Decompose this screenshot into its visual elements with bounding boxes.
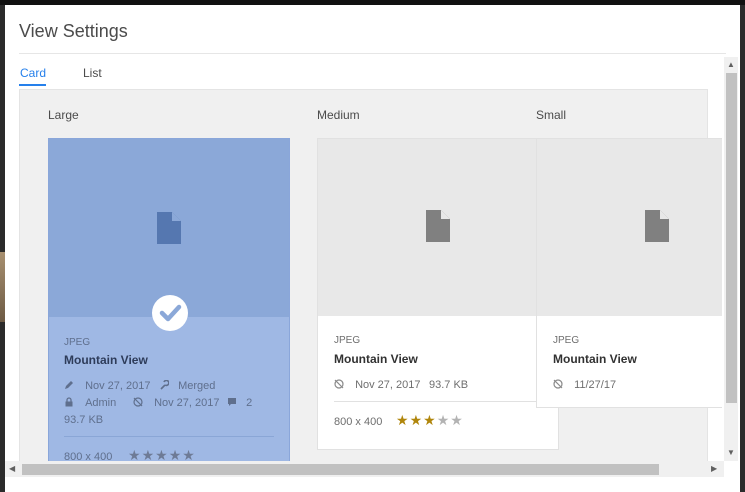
dialog-title: View Settings (19, 21, 128, 41)
card-thumbnail (318, 139, 558, 316)
file-size: 93.7 KB (64, 414, 104, 426)
image-dimensions: 800 x 400 (64, 451, 113, 461)
star-empty-icon[interactable]: ★ (128, 447, 142, 461)
card-size-large-option[interactable]: JPEG Mountain View Nov 27, 2017 Merged A… (48, 138, 290, 461)
horizontal-scroll-thumb[interactable] (22, 464, 659, 475)
author-name: Admin (85, 397, 117, 409)
file-type: JPEG (64, 337, 91, 348)
star-filled-icon[interactable]: ★ (396, 412, 410, 428)
rating-stars: ★★★★★ (396, 412, 464, 429)
checkmark-icon (159, 304, 182, 322)
comments-count: 2 (246, 397, 253, 409)
horizontal-scrollbar[interactable]: ◀ ▶ (5, 461, 724, 477)
published-info: Nov 27, 2017 (133, 397, 220, 409)
size-label-small: Small (536, 108, 567, 122)
card-size-medium-option[interactable]: JPEG Mountain View Nov 27, 2017 93.7 KB … (317, 138, 559, 450)
globe-icon (334, 379, 344, 389)
file-type: JPEG (334, 335, 361, 346)
vertical-scrollbar[interactable]: ▲ ▼ (724, 57, 738, 461)
active-tab-indicator (19, 84, 46, 86)
file-icon (426, 210, 450, 242)
globe-icon (133, 397, 143, 407)
scroll-right-arrow-icon[interactable]: ▶ (711, 465, 717, 473)
size-label-medium: Medium (317, 108, 360, 122)
status-info: Merged (159, 380, 215, 392)
tab-list[interactable]: List (83, 66, 102, 80)
star-empty-icon[interactable]: ★ (155, 447, 169, 461)
card-size-panel: Large Medium Small JPEG Mountain View No… (19, 89, 722, 461)
published-info: Nov 27, 2017 (334, 379, 421, 391)
vertical-scroll-thumb[interactable] (726, 73, 737, 403)
file-icon (157, 212, 181, 244)
modified-info: Nov 27, 2017 (64, 380, 151, 392)
title-divider (19, 53, 726, 54)
tab-card[interactable]: Card (20, 66, 46, 80)
star-empty-icon[interactable]: ★ (169, 447, 183, 461)
card-divider (64, 436, 274, 437)
size-label-large: Large (48, 108, 79, 122)
file-name: Mountain View (334, 352, 418, 366)
lock-icon (65, 397, 73, 407)
published-date: 11/27/17 (574, 379, 617, 391)
file-name: Mountain View (64, 353, 148, 367)
star-empty-icon[interactable]: ★ (142, 447, 156, 461)
star-filled-icon[interactable]: ★ (423, 412, 437, 428)
pencil-icon (65, 381, 73, 389)
comment-icon (228, 398, 236, 406)
published-info: 11/27/17 (553, 379, 616, 391)
star-empty-icon[interactable]: ★ (450, 412, 464, 428)
rating-stars: ★★★★★ (128, 447, 196, 461)
status-text: Merged (178, 380, 216, 392)
star-empty-icon[interactable]: ★ (437, 412, 451, 428)
author-info: Admin (64, 397, 116, 409)
image-dimensions: 800 x 400 (334, 416, 383, 428)
star-empty-icon[interactable]: ★ (182, 447, 196, 461)
scroll-up-arrow-icon[interactable]: ▲ (727, 61, 735, 69)
scroll-left-arrow-icon[interactable]: ◀ (9, 465, 15, 473)
card-size-viewport: Large Medium Small JPEG Mountain View No… (19, 89, 722, 461)
selected-check (152, 295, 188, 331)
card-divider (334, 401, 542, 402)
comments-info: 2 (227, 397, 252, 409)
star-filled-icon[interactable]: ★ (410, 412, 424, 428)
view-settings-dialog: View Settings Card List Large Medium Sma… (5, 5, 740, 492)
card-size-small-option[interactable]: JPEG Mountain View 11/27/17 (536, 138, 722, 408)
wrench-icon (160, 380, 169, 390)
globe-icon (553, 379, 563, 389)
published-date: Nov 27, 2017 (355, 379, 421, 391)
card-thumbnail (49, 139, 289, 317)
scroll-down-arrow-icon[interactable]: ▼ (727, 449, 735, 457)
file-name: Mountain View (553, 352, 637, 366)
file-type: JPEG (553, 335, 580, 346)
modified-date: Nov 27, 2017 (85, 380, 151, 392)
published-date: Nov 27, 2017 (154, 397, 220, 409)
file-icon (645, 210, 669, 242)
card-thumbnail (537, 139, 722, 316)
file-size: 93.7 KB (429, 379, 469, 391)
